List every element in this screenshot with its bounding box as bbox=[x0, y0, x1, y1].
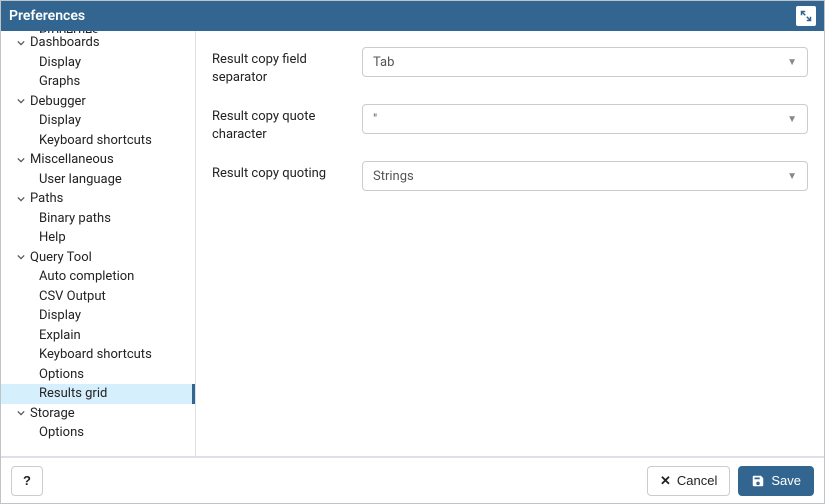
tree-item-user-language[interactable]: User language bbox=[1, 170, 195, 190]
tree-item-auto-completion[interactable]: Auto completion bbox=[1, 267, 195, 287]
tree-item-label: Explain bbox=[39, 328, 81, 343]
setting-label: Result copy quote character bbox=[212, 104, 362, 143]
tree-item-graphs[interactable]: Graphs bbox=[1, 72, 195, 92]
tree-item-label: Miscellaneous bbox=[30, 152, 114, 167]
cancel-button[interactable]: ✕Cancel bbox=[647, 466, 730, 496]
tree-item-dashboards[interactable]: Dashboards bbox=[1, 33, 195, 53]
tree-item-options[interactable]: Options bbox=[1, 423, 195, 443]
tree-item-label: Help bbox=[39, 230, 66, 245]
chevron-down-icon bbox=[15, 154, 27, 166]
tree-item-label: User language bbox=[39, 172, 122, 187]
tree-item-label: Options bbox=[39, 425, 84, 440]
tree-item-explain[interactable]: Explain bbox=[1, 326, 195, 346]
chevron-down-icon bbox=[15, 37, 27, 49]
tree-item-label: Keyboard shortcuts bbox=[39, 133, 152, 148]
tree-item-label: Display bbox=[39, 308, 81, 323]
chevron-down-icon: ▼ bbox=[787, 171, 797, 182]
tree-item-label: Display bbox=[39, 55, 81, 70]
expand-icon bbox=[800, 10, 812, 22]
tree-item-paths[interactable]: Paths bbox=[1, 189, 195, 209]
tree-item-label: Graphs bbox=[39, 74, 80, 89]
tree-item-keyboard-shortcuts[interactable]: Keyboard shortcuts bbox=[1, 345, 195, 365]
tree-item-query-tool[interactable]: Query Tool bbox=[1, 248, 195, 268]
chevron-down-icon bbox=[15, 407, 27, 419]
setting-select[interactable]: Strings ▼ bbox=[362, 161, 808, 191]
tree-item-label: Display bbox=[39, 113, 81, 128]
setting-label: Result copy field separator bbox=[212, 47, 362, 86]
tree-item-help[interactable]: Help bbox=[1, 228, 195, 248]
titlebar: Preferences bbox=[1, 1, 824, 31]
tree-item-label: Storage bbox=[30, 406, 75, 421]
chevron-down-icon bbox=[15, 193, 27, 205]
select-value: " bbox=[373, 112, 377, 127]
save-icon bbox=[751, 474, 765, 488]
tree-item-label: Dashboards bbox=[30, 35, 100, 50]
setting-select[interactable]: Tab ▼ bbox=[362, 47, 808, 77]
save-button[interactable]: Save bbox=[738, 466, 814, 496]
setting-row: Result copy quote character"▼ bbox=[212, 104, 808, 143]
tree-item-binary-paths[interactable]: Binary paths bbox=[1, 209, 195, 229]
tree-item-label: Binary paths bbox=[39, 211, 111, 226]
settings-panel: Result copy field separatorTab▼Result co… bbox=[196, 31, 824, 456]
preferences-tree: PropertiesDashboardsDisplayGraphsDebugge… bbox=[1, 31, 195, 447]
setting-select[interactable]: "▼ bbox=[362, 104, 808, 134]
help-button[interactable]: ? bbox=[11, 466, 43, 496]
tree-item-miscellaneous[interactable]: Miscellaneous bbox=[1, 150, 195, 170]
dialog-body: PropertiesDashboardsDisplayGraphsDebugge… bbox=[1, 31, 824, 457]
tree-item-debugger[interactable]: Debugger bbox=[1, 92, 195, 112]
dialog-footer: ? ✕Cancel Save bbox=[1, 457, 824, 503]
tree-item-options[interactable]: Options bbox=[1, 365, 195, 385]
tree-item-label: Auto completion bbox=[39, 269, 134, 284]
setting-row: Result copy field separator Tab ▼ bbox=[212, 47, 808, 86]
close-icon: ✕ bbox=[660, 473, 671, 489]
setting-row: Result copy quoting Strings ▼ bbox=[212, 161, 808, 191]
chevron-down-icon: ▼ bbox=[787, 57, 797, 68]
tree-item-csv-output[interactable]: CSV Output bbox=[1, 287, 195, 307]
chevron-down-icon bbox=[15, 251, 27, 263]
select-value: Tab bbox=[373, 55, 394, 70]
tree-item-display[interactable]: Display bbox=[1, 53, 195, 73]
tree-item-display[interactable]: Display bbox=[1, 306, 195, 326]
tree-item-label: Query Tool bbox=[30, 250, 92, 265]
chevron-down-icon: ▼ bbox=[787, 114, 797, 125]
tree-item-label: Debugger bbox=[30, 94, 86, 109]
expand-button[interactable] bbox=[796, 6, 816, 26]
tree-item-label: Paths bbox=[30, 191, 63, 206]
tree-item-results-grid[interactable]: Results grid bbox=[1, 384, 195, 404]
help-icon: ? bbox=[23, 473, 31, 488]
tree-item-label: Options bbox=[39, 367, 84, 382]
tree-item-display[interactable]: Display bbox=[1, 111, 195, 131]
preferences-dialog: Preferences PropertiesDashboardsDisplayG… bbox=[0, 0, 825, 504]
chevron-down-icon bbox=[15, 95, 27, 107]
tree-item-keyboard-shortcuts[interactable]: Keyboard shortcuts bbox=[1, 131, 195, 151]
setting-label: Result copy quoting bbox=[212, 161, 362, 183]
tree-item-label: CSV Output bbox=[39, 289, 106, 304]
tree-item-storage[interactable]: Storage bbox=[1, 404, 195, 424]
sidebar[interactable]: PropertiesDashboardsDisplayGraphsDebugge… bbox=[1, 31, 196, 456]
tree-item-label: Keyboard shortcuts bbox=[39, 347, 152, 362]
tree-item-label: Results grid bbox=[39, 386, 107, 401]
select-value: Strings bbox=[373, 169, 414, 184]
dialog-title: Preferences bbox=[9, 8, 85, 24]
